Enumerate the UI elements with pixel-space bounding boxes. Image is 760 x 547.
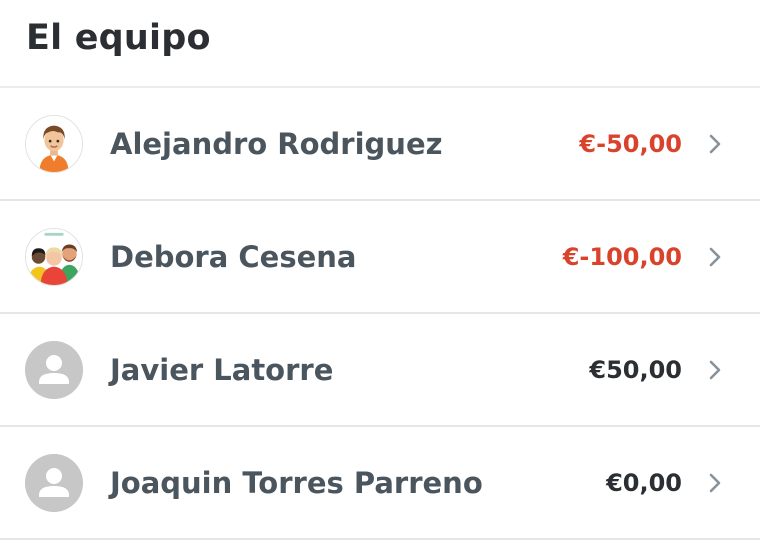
member-list: Alejandro Rodriguez €-50,00 Debora Cesen… [0, 88, 760, 540]
boy-cartoon-avatar-icon [25, 114, 83, 173]
member-name: Javier Latorre [110, 352, 334, 387]
member-row-alejandro[interactable]: Alejandro Rodriguez €-50,00 [0, 88, 760, 201]
chevron-right-icon [708, 246, 722, 268]
team-screen: El equipo Alejandro Rodriguez €-50,00 De… [0, 0, 760, 547]
member-name: Joaquin Torres Parreno [110, 465, 483, 500]
member-name: Debora Cesena [110, 239, 357, 274]
default-user-avatar-icon [25, 453, 83, 512]
page-title: El equipo [26, 18, 211, 58]
default-user-avatar-icon [25, 340, 83, 399]
member-row-joaquin[interactable]: Joaquin Torres Parreno €0,00 [0, 427, 760, 540]
member-name: Alejandro Rodriguez [110, 126, 443, 161]
member-row-javier[interactable]: Javier Latorre €50,00 [0, 314, 760, 427]
chevron-right-icon [708, 359, 722, 381]
member-balance: €50,00 [589, 355, 682, 384]
chevron-right-icon [708, 133, 722, 155]
member-balance: €0,00 [606, 468, 682, 497]
member-balance: €-50,00 [579, 129, 682, 158]
member-row-debora[interactable]: Debora Cesena €-100,00 [0, 201, 760, 314]
header: El equipo [0, 0, 760, 88]
team-cartoon-avatar-icon [25, 227, 83, 286]
chevron-right-icon [708, 472, 722, 494]
member-balance: €-100,00 [562, 242, 682, 271]
